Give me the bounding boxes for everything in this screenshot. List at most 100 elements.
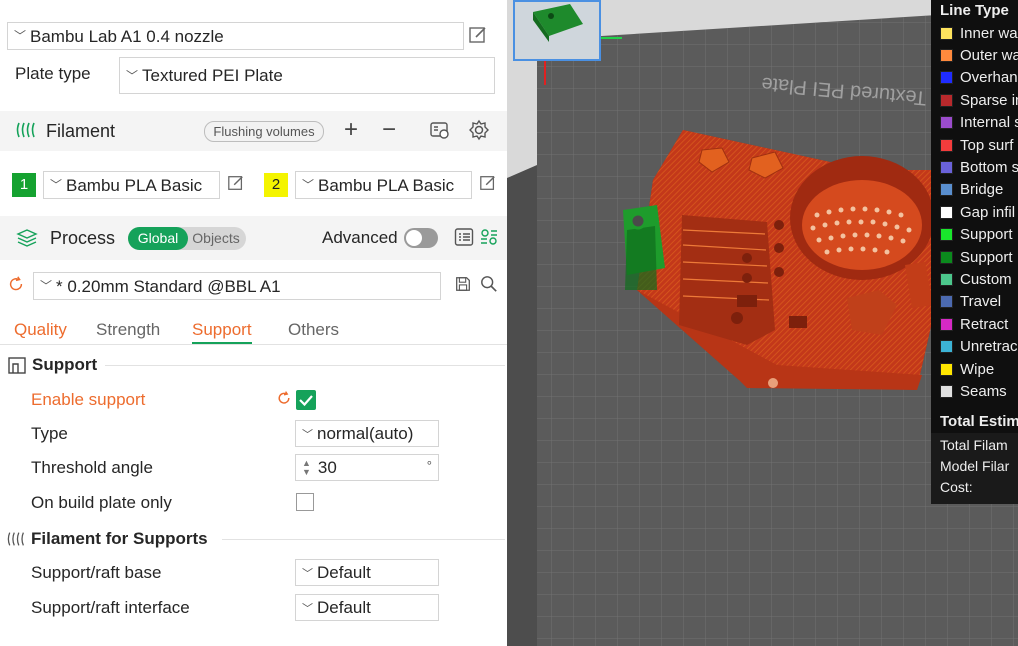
reset-icon[interactable] xyxy=(5,275,27,297)
legend-swatch xyxy=(940,317,953,331)
tab-strength[interactable]: Strength xyxy=(96,320,160,340)
printer-select[interactable]: ﹀ Bambu Lab A1 0.4 nozzle xyxy=(7,22,464,50)
legend-label: Bridge xyxy=(960,181,1004,199)
legend-label: Bottom s xyxy=(960,158,1018,176)
tab-quality[interactable]: Quality xyxy=(14,320,67,340)
save-icon[interactable] xyxy=(452,275,474,297)
printer-select-value: Bambu Lab A1 0.4 nozzle xyxy=(30,26,224,46)
tab-support[interactable]: Support xyxy=(192,320,252,344)
raft-interface-label: Support/raft interface xyxy=(31,598,190,617)
plate-type-select[interactable]: ﹀ Textured PEI Plate xyxy=(119,57,495,94)
filament-supports-title: Filament for Supports xyxy=(31,529,208,548)
legend-swatch xyxy=(940,48,953,62)
legend-item: Inner wa xyxy=(931,22,1018,44)
add-filament-icon[interactable]: + xyxy=(340,118,362,142)
legend-label: Internal s xyxy=(960,114,1018,132)
filament-2-select[interactable]: ﹀ Bambu PLA Basic xyxy=(295,171,472,199)
legend-item: Bridge xyxy=(931,179,1003,201)
legend-item: Top surf xyxy=(931,134,1013,156)
legend-item: Retract xyxy=(931,313,1008,335)
plate-thumbnail[interactable] xyxy=(513,0,601,61)
legend-swatch xyxy=(940,183,953,197)
legend-swatch xyxy=(940,138,953,152)
raft-base-label: Support/raft base xyxy=(31,563,162,582)
filament-supports-divider xyxy=(222,539,505,540)
filament-1-select[interactable]: ﹀ Bambu PLA Basic xyxy=(43,171,220,199)
advanced-label: Advanced xyxy=(322,228,398,247)
legend-label: Support xyxy=(960,248,1013,266)
edit-filament-1-icon[interactable] xyxy=(225,174,247,196)
threshold-angle-input[interactable]: ▲ ▼ 30 ° xyxy=(295,454,439,481)
global-objects-toggle[interactable]: Global Objects xyxy=(128,227,246,250)
layers-icon xyxy=(15,227,39,251)
legend-item: Bottom s xyxy=(931,156,1018,178)
legend-label: Travel xyxy=(960,293,1002,311)
filament-supports-icon xyxy=(6,529,28,551)
chevron-down-icon: ﹀ xyxy=(302,602,313,615)
legend-item: Sparse in xyxy=(931,89,1018,111)
legend-item: Travel xyxy=(931,291,1001,313)
flushing-volumes-button[interactable]: Flushing volumes xyxy=(204,121,324,142)
threshold-unit: ° xyxy=(426,458,432,473)
legend-swatch xyxy=(940,26,953,40)
legend-label: Seams xyxy=(960,382,1007,400)
legend-item: Wipe xyxy=(931,358,994,380)
legend-swatch xyxy=(940,93,953,107)
support-section-icon xyxy=(6,355,28,377)
check-icon xyxy=(299,395,313,407)
list-icon[interactable] xyxy=(453,227,475,249)
global-toggle-option[interactable]: Global xyxy=(128,227,188,250)
chevron-down-icon: ﹀ xyxy=(302,567,313,580)
objects-toggle-option[interactable]: Objects xyxy=(188,227,244,250)
edit-filament-2-icon[interactable] xyxy=(477,174,499,196)
estimate-row: Cost: xyxy=(940,479,973,495)
legend-item: Unretrac xyxy=(931,336,1018,358)
legend-label: Sparse in xyxy=(960,91,1018,109)
legend-item: Support xyxy=(931,246,1013,268)
remove-filament-icon[interactable]: − xyxy=(378,118,400,142)
chevron-down-icon: ﹀ xyxy=(302,428,313,441)
legend-label: Retract xyxy=(960,315,1009,333)
advanced-switch[interactable] xyxy=(404,228,438,248)
process-title: Process xyxy=(50,228,116,248)
legend-swatch xyxy=(940,340,953,354)
support-type-label: Type xyxy=(31,424,68,443)
legend-swatch xyxy=(940,228,953,242)
search-icon[interactable] xyxy=(478,275,500,297)
sync-ams-icon[interactable] xyxy=(428,119,452,143)
build-plate-only-checkbox[interactable] xyxy=(296,493,314,511)
raft-base-select[interactable]: ﹀ Default xyxy=(295,559,439,586)
support-section-divider xyxy=(105,365,505,366)
filament-2-badge[interactable]: 2 xyxy=(264,173,288,197)
chevron-down-icon: ﹀ xyxy=(40,279,53,293)
filament-1-badge[interactable]: 1 xyxy=(12,173,36,197)
support-type-value: normal(auto) xyxy=(317,423,414,443)
legend-label: Unretrac xyxy=(960,338,1018,356)
tab-others[interactable]: Others xyxy=(288,320,339,340)
compare-icon[interactable] xyxy=(478,227,500,249)
estimate-row: Model Filar xyxy=(940,458,1010,474)
edit-printer-icon[interactable] xyxy=(466,25,490,49)
spin-arrows-icon[interactable]: ▲ ▼ xyxy=(302,458,311,477)
build-plate-only-label: On build plate only xyxy=(31,493,172,512)
legend-label: Custom xyxy=(960,270,1012,288)
plate-type-value: Textured PEI Plate xyxy=(142,66,283,85)
support-type-select[interactable]: ﹀ normal(auto) xyxy=(295,420,439,447)
raft-interface-select[interactable]: ﹀ Default xyxy=(295,594,439,621)
legend-item: Outer wa xyxy=(931,44,1018,66)
legend-label: Top surf xyxy=(960,136,1014,154)
threshold-angle-label: Threshold angle xyxy=(31,458,153,477)
model-thumbnail-icon xyxy=(533,4,583,42)
legend-swatch xyxy=(940,295,953,309)
process-preset-select[interactable]: ﹀ * 0.20mm Standard @BBL A1 xyxy=(33,272,441,300)
legend-label: Gap infil xyxy=(960,203,1016,221)
filament-1-name: Bambu PLA Basic xyxy=(66,175,203,195)
legend-item: Internal s xyxy=(931,112,1018,134)
legend-item: Custom xyxy=(931,268,1012,290)
gear-icon[interactable] xyxy=(467,119,491,143)
reset-enable-support-icon[interactable] xyxy=(273,389,295,411)
estimate-row: Total Filam xyxy=(940,437,1008,453)
raft-interface-value: Default xyxy=(317,597,371,617)
filament-2-name: Bambu PLA Basic xyxy=(318,175,455,195)
enable-support-checkbox[interactable] xyxy=(296,390,316,410)
